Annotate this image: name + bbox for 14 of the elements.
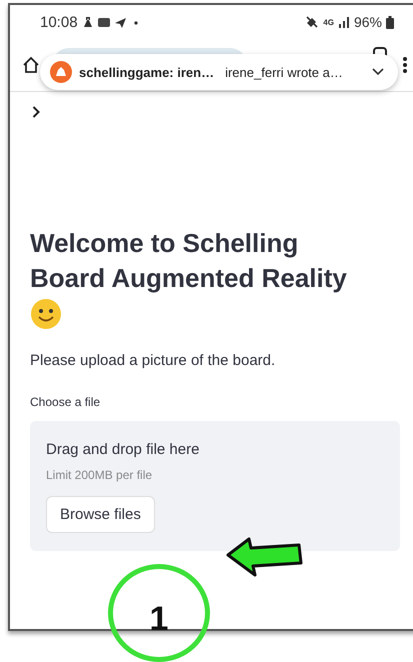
network-type: 4G (323, 18, 334, 26)
file-dropzone[interactable]: Drag and drop file here Limit 200MB per file Browse files (30, 421, 400, 551)
notification-message: irene_ferri wrote a… (225, 64, 343, 80)
notification-popup[interactable]: schellinggame: iren… irene_ferri wrote a… (40, 54, 398, 90)
browse-files-button[interactable]: Browse files (46, 496, 155, 533)
uploader-label: Choose a file (30, 395, 102, 409)
notification-title: schellinggame: iren… (79, 64, 214, 80)
intro-text: Please upload a picture of the board. (30, 352, 276, 369)
file-limit: Limit 200MB per file (46, 468, 154, 482)
drop-instruction: Drag and drop file here (46, 441, 200, 458)
number-annotation: 1 (108, 564, 210, 662)
status-time: 10:08 (40, 14, 78, 30)
battery-percent: 96% (354, 14, 382, 30)
page-heading: Welcome to Schelling Board Augmented Reality (30, 227, 348, 295)
